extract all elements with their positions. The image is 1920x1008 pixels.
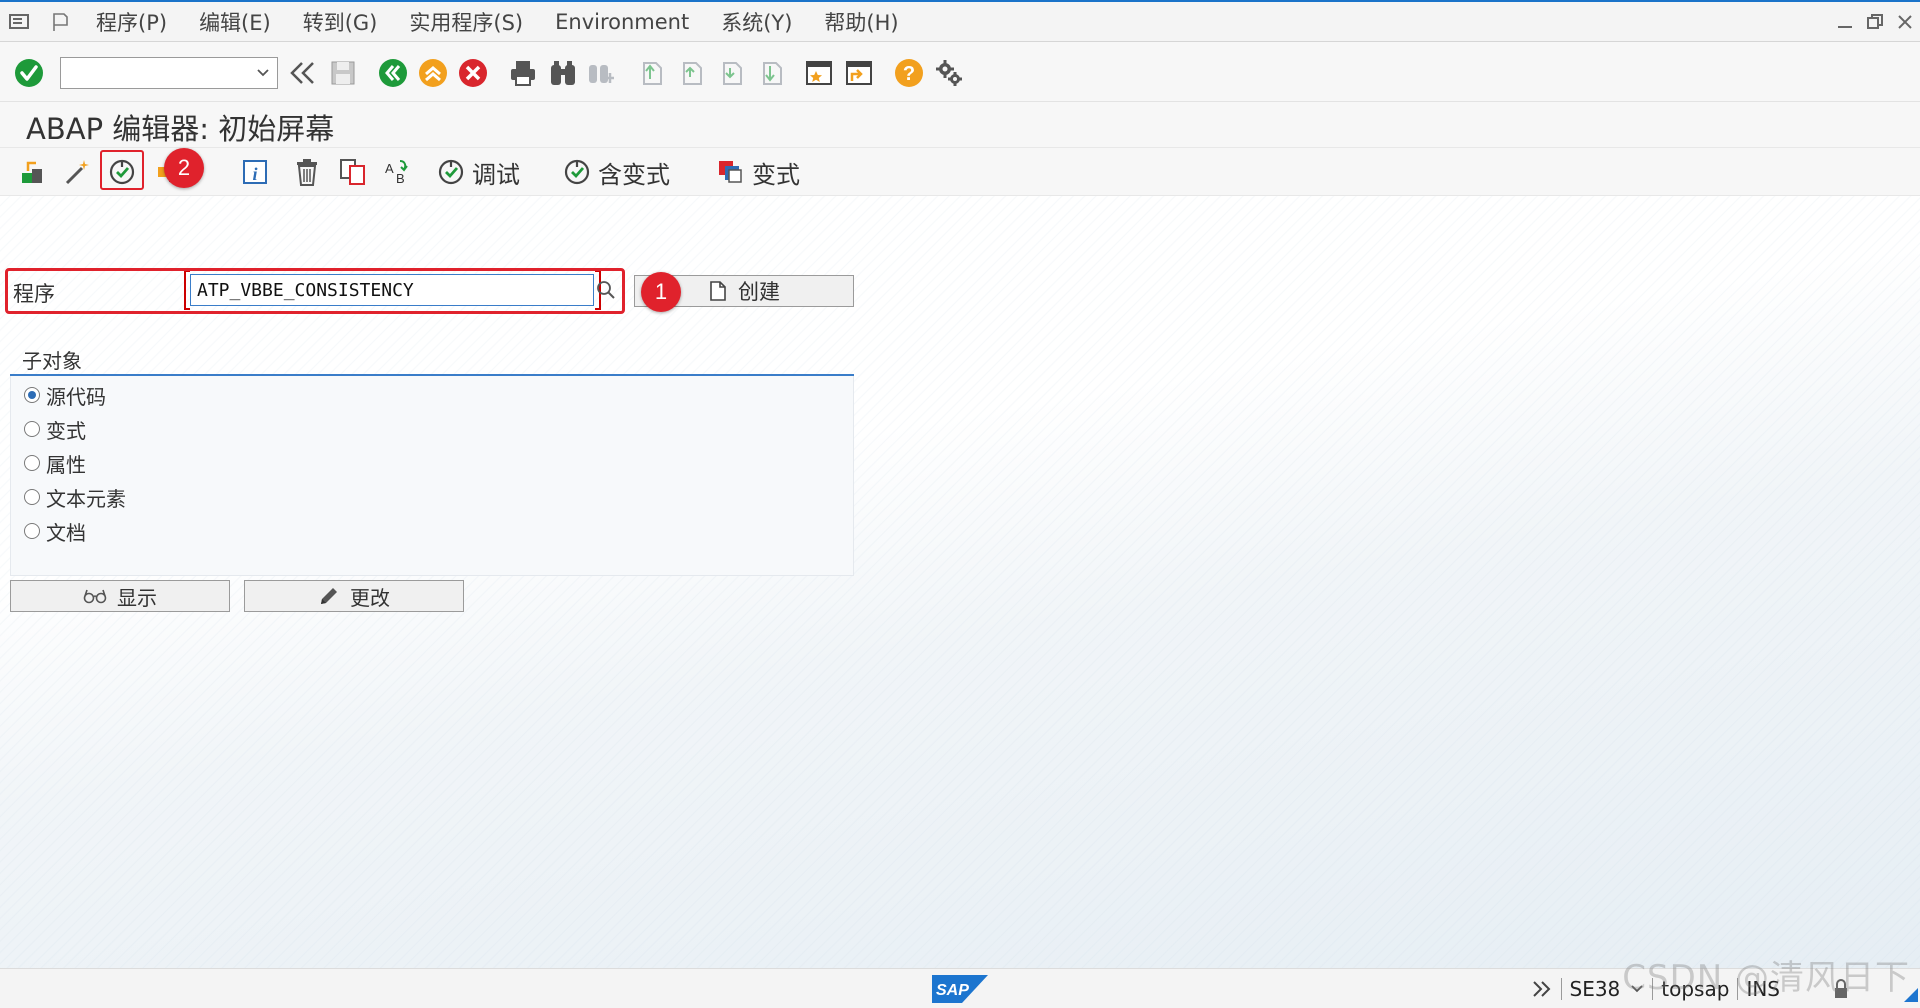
pencil-icon xyxy=(321,588,337,604)
print-icon[interactable] xyxy=(506,56,540,90)
save-icon[interactable] xyxy=(326,56,360,90)
chevron-down-icon[interactable] xyxy=(253,62,273,84)
find-next-icon[interactable] xyxy=(584,56,618,90)
back-icon[interactable] xyxy=(376,56,410,90)
rename-icon[interactable]: AB xyxy=(380,154,414,190)
debug-label: 调试 xyxy=(472,160,520,189)
cancel-icon[interactable] xyxy=(456,56,490,90)
menu-environment[interactable]: Environment xyxy=(539,2,705,42)
annotation-badge-1: 1 xyxy=(641,272,681,312)
generate-shortcut-icon[interactable] xyxy=(842,56,876,90)
status-separator xyxy=(1560,978,1562,1000)
new-document-icon xyxy=(710,281,726,301)
sap-logo: SAP xyxy=(932,975,988,1003)
debug-icon xyxy=(438,159,464,185)
expand-status-icon[interactable] xyxy=(1531,979,1553,999)
restore-icon[interactable] xyxy=(1860,7,1890,37)
enter-check-icon[interactable] xyxy=(12,56,46,90)
radio-button-selected[interactable] xyxy=(24,387,40,403)
watermark: CSDN @清风日下 xyxy=(1622,958,1910,998)
application-toolbar: i AB 调试 含变式 变式 xyxy=(0,148,1920,196)
menu-system[interactable]: 系统(Y) xyxy=(705,2,808,42)
title-bar: ABAP 编辑器: 初始屏幕 xyxy=(0,102,1920,148)
command-field[interactable] xyxy=(60,57,278,89)
annotation-badge-2: 2 xyxy=(164,148,204,188)
transaction-code: SE38 xyxy=(1569,977,1621,1001)
customize-layout-icon[interactable] xyxy=(932,56,966,90)
menu-utilities[interactable]: 实用程序(S) xyxy=(393,2,539,42)
exit-icon[interactable] xyxy=(416,56,450,90)
wizard-icon[interactable] xyxy=(60,154,94,190)
radio-attributes[interactable]: 属性 xyxy=(24,448,86,478)
execute-with-variant-button[interactable]: 含变式 xyxy=(562,154,670,190)
display-button[interactable]: 显示 xyxy=(10,580,230,612)
first-page-icon[interactable] xyxy=(634,56,668,90)
copy-icon[interactable] xyxy=(336,154,370,190)
radio-label: 属性 xyxy=(46,452,86,477)
glasses-icon xyxy=(83,589,107,604)
debug-button[interactable]: 调试 xyxy=(436,154,520,190)
svg-text:B: B xyxy=(396,171,405,186)
system-menu-icon[interactable] xyxy=(0,2,40,42)
radio-label: 文本元素 xyxy=(46,486,126,511)
variant-label: 变式 xyxy=(752,160,800,189)
radio-label: 变式 xyxy=(46,418,86,443)
change-button[interactable]: 更改 xyxy=(244,580,464,612)
svg-text:A: A xyxy=(385,161,394,176)
help-icon[interactable]: ? xyxy=(892,56,926,90)
main-content: 程序 1 创建 子对象 源代码 变式 属性 文本元素 xyxy=(0,196,1920,968)
radio-button[interactable] xyxy=(24,455,40,471)
double-back-icon[interactable] xyxy=(286,56,320,90)
menu-edit[interactable]: 编辑(E) xyxy=(183,2,287,42)
info-icon[interactable]: i xyxy=(238,154,272,190)
radio-button[interactable] xyxy=(24,421,40,437)
menu-help[interactable]: 帮助(H) xyxy=(808,2,914,42)
last-page-icon[interactable] xyxy=(754,56,788,90)
menu-bar: 程序(P) 编辑(E) 转到(G) 实用程序(S) Environment 系统… xyxy=(0,0,1920,42)
display-label: 显示 xyxy=(117,585,157,610)
command-input[interactable] xyxy=(61,58,251,88)
minimize-icon[interactable] xyxy=(1830,7,1860,37)
svg-text:?: ? xyxy=(903,63,915,85)
create-label: 创建 xyxy=(738,280,780,304)
svg-text:SAP: SAP xyxy=(936,982,969,999)
radio-button[interactable] xyxy=(24,489,40,505)
page-title: ABAP 编辑器: 初始屏幕 xyxy=(26,112,335,146)
delete-icon[interactable] xyxy=(290,154,324,190)
subobjects-title: 子对象 xyxy=(22,348,82,373)
radio-label: 源代码 xyxy=(46,384,106,409)
menu-program[interactable]: 程序(P) xyxy=(80,2,183,42)
variants-button[interactable]: 变式 xyxy=(716,154,800,190)
change-label: 更改 xyxy=(350,585,390,610)
subobjects-body xyxy=(10,376,854,576)
previous-page-icon[interactable] xyxy=(674,56,708,90)
standard-toolbar: ? xyxy=(0,42,1920,102)
radio-text-elements[interactable]: 文本元素 xyxy=(24,482,126,512)
next-page-icon[interactable] xyxy=(714,56,748,90)
with-variant-label: 含变式 xyxy=(598,160,670,189)
other-object-icon[interactable] xyxy=(16,154,50,190)
radio-documentation[interactable]: 文档 xyxy=(24,516,86,546)
subobjects-group: 子对象 源代码 变式 属性 文本元素 文档 xyxy=(10,344,854,764)
close-window-icon[interactable] xyxy=(1890,7,1920,37)
radio-variants[interactable]: 变式 xyxy=(24,414,86,444)
variants-icon xyxy=(719,161,742,183)
radio-button[interactable] xyxy=(24,523,40,539)
menu-goto[interactable]: 转到(G) xyxy=(287,2,394,42)
find-icon[interactable] xyxy=(546,56,580,90)
svg-text:i: i xyxy=(252,164,257,184)
execute-variant-icon xyxy=(564,159,590,185)
program-field-highlight xyxy=(5,268,625,314)
execute-highlight xyxy=(100,150,144,190)
radio-source-code[interactable]: 源代码 xyxy=(24,380,106,410)
window-controls xyxy=(1830,2,1920,42)
create-session-icon[interactable] xyxy=(802,56,836,90)
pin-menu-icon[interactable] xyxy=(40,2,80,42)
radio-label: 文档 xyxy=(46,520,86,545)
